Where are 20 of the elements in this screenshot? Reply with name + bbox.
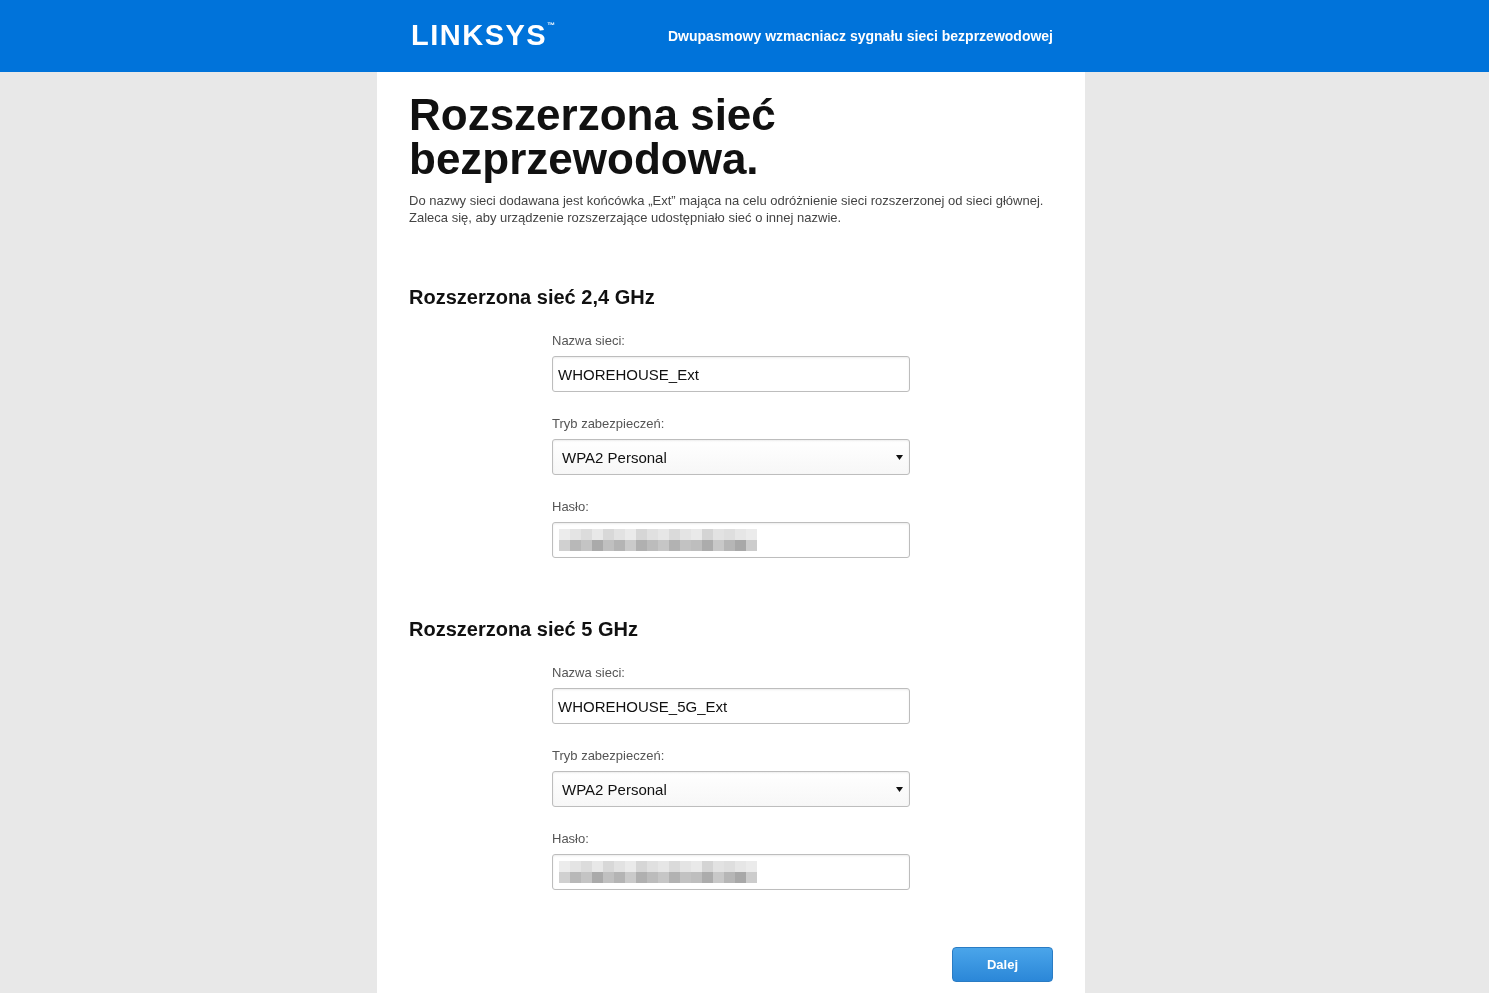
password-field[interactable]: [552, 522, 910, 558]
section-heading: Rozszerzona sieć 5 GHz: [409, 617, 639, 641]
network-name-field[interactable]: WHOREHOUSE_5G_Ext: [552, 688, 910, 724]
section-heading: Rozszerzona sieć 2,4 GHz: [409, 285, 656, 309]
caret-icon: [896, 454, 903, 460]
security-mode-dropdown[interactable]: WPA2 Personal: [552, 771, 910, 807]
security-mode-dropdown[interactable]: WPA2 Personal: [552, 439, 910, 475]
caret-icon: [896, 786, 903, 792]
field-label: Tryb zabezpieczeń:: [552, 416, 666, 431]
page-title: Rozszerzona sieć bezprzewodowa.: [409, 93, 777, 181]
password-field[interactable]: [552, 854, 910, 890]
field-label: Tryb zabezpieczeń:: [552, 748, 666, 763]
field-label: Nazwa sieci:: [552, 333, 626, 348]
field-label: Hasło:: [552, 831, 590, 846]
field-label: Hasło:: [552, 499, 590, 514]
header-subtitle: Dwupasmowy wzmacniacz sygnału sieci bezprzewodowej: [667, 27, 1053, 45]
linksys-logo: LINKSYS$^{™}$: [411, 20, 556, 50]
network-name-field[interactable]: WHOREHOUSE_Ext: [552, 356, 910, 392]
page-description: Do nazwy sieci dodawana jest końcówka „Ext” mająca na celu odróżnienie sieci rozszerzonej od sieci głównej. Zaleca się, aby urządzenie rozszerzające udostępniało sieć o innej nazwie.: [409, 192, 1045, 226]
field-label: Nazwa sieci:: [552, 665, 626, 680]
